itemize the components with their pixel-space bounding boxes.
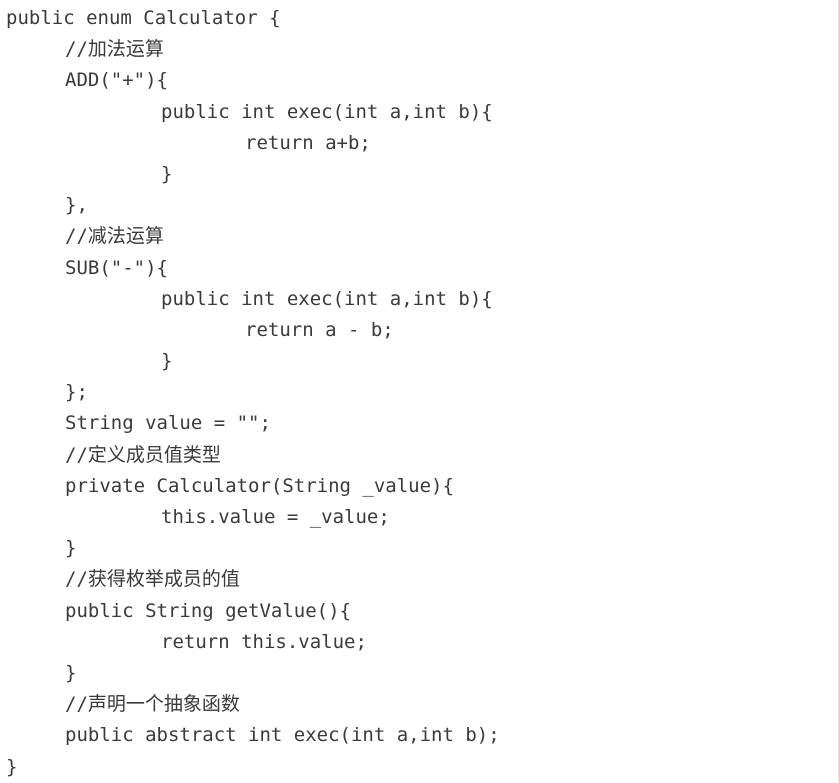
code-line: public int exec(int a,int b){ bbox=[161, 100, 493, 123]
code-line: }; bbox=[65, 381, 88, 404]
code-comment-line: //减法运算 bbox=[65, 225, 164, 248]
code-line: private Calculator(String _value){ bbox=[65, 474, 454, 497]
code-line: } bbox=[6, 755, 18, 778]
code-line: ADD("+"){ bbox=[65, 69, 168, 92]
code-line: this.value = _value; bbox=[161, 506, 390, 528]
code-line: SUB("-"){ bbox=[65, 256, 168, 279]
code-comment-line: //定义成员值类型 bbox=[65, 443, 221, 466]
code-comment-line: //声明一个抽象函数 bbox=[65, 693, 240, 716]
code-line: public int exec(int a,int b){ bbox=[161, 287, 493, 310]
code-line: } bbox=[161, 162, 173, 185]
code-line: }, bbox=[65, 194, 88, 217]
code-comment-line: //获得枚举成员的值 bbox=[65, 568, 240, 591]
code-line: public String getValue(){ bbox=[65, 599, 351, 622]
code-line: return this.value; bbox=[161, 630, 367, 653]
code-line: } bbox=[65, 661, 77, 684]
code-line: String value = ""; bbox=[65, 412, 271, 435]
code-line: public enum Calculator { bbox=[6, 7, 281, 29]
code-line: return a+b; bbox=[245, 131, 371, 154]
code-line: public abstract int exec(int a,int b); bbox=[65, 724, 500, 747]
code-line: } bbox=[161, 350, 173, 373]
code-line: } bbox=[65, 537, 77, 560]
code-block: public enum Calculator { //加法运算 ADD("+"){ p… bbox=[6, 3, 500, 783]
code-line: return a - b; bbox=[245, 318, 394, 341]
code-comment-line: //加法运算 bbox=[65, 38, 164, 61]
